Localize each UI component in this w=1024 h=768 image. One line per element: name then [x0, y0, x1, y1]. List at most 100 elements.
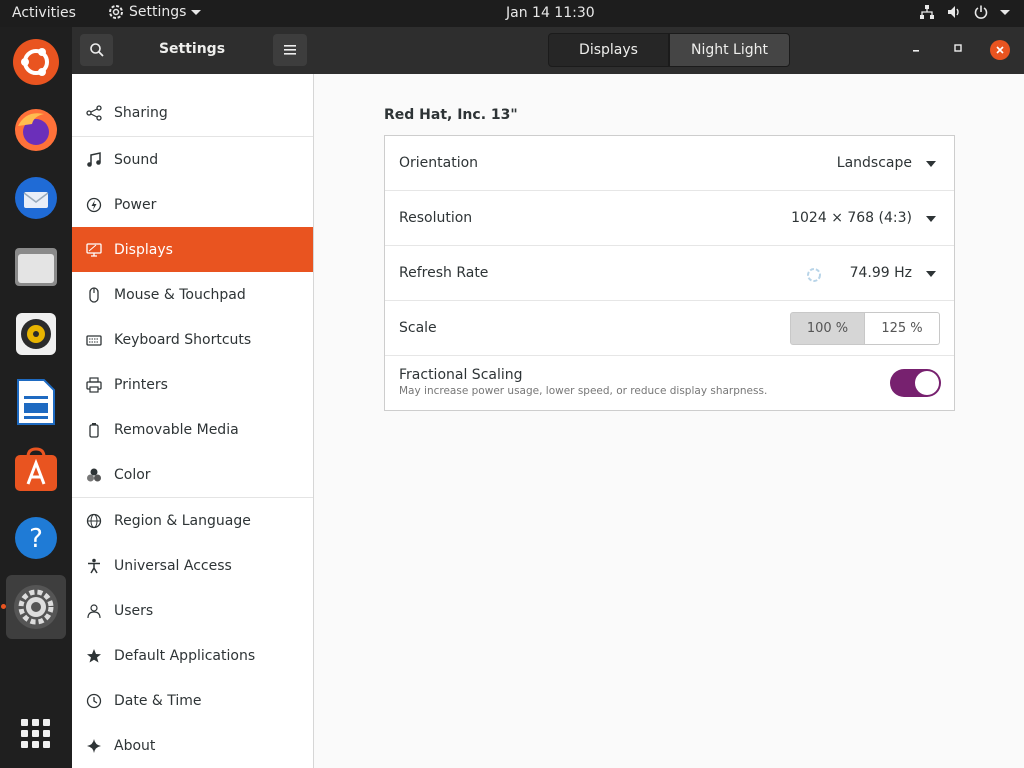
- minimize-icon: [913, 50, 919, 52]
- hamburger-icon: [284, 45, 296, 55]
- share-icon: [86, 104, 102, 121]
- accessibility-icon: [86, 558, 102, 574]
- sidebar-item-label: Displays: [114, 241, 173, 258]
- mouse-icon: [86, 286, 102, 303]
- resolution-row[interactable]: Resolution 1024 × 768 (4:3): [385, 191, 954, 246]
- sparkle-icon: [86, 738, 102, 754]
- loading-spinner-icon: [807, 268, 821, 282]
- color-icon: [86, 467, 102, 483]
- fractional-scaling-toggle[interactable]: [890, 369, 941, 397]
- sidebar-item-label: Removable Media: [114, 421, 239, 438]
- sidebar-item-removable-media[interactable]: Removable Media: [72, 407, 313, 452]
- sidebar-item-label: Printers: [114, 376, 168, 393]
- libreoffice-writer-icon: [17, 379, 55, 425]
- fractional-scaling-description: May increase power usage, lower speed, o…: [399, 385, 768, 397]
- dock-firefox-icon[interactable]: [6, 99, 66, 161]
- dock-files-icon[interactable]: [6, 235, 66, 297]
- tab-displays[interactable]: Displays: [548, 33, 669, 67]
- scale-row: Scale 100 % 125 %: [385, 301, 954, 356]
- music-note-icon: [86, 151, 102, 168]
- minimize-button[interactable]: [910, 41, 922, 59]
- dock-settings-icon[interactable]: [6, 575, 66, 639]
- resolution-label: Resolution: [399, 210, 473, 226]
- sidebar-item-displays[interactable]: Displays: [72, 227, 313, 272]
- star-icon: [86, 648, 102, 664]
- chevron-down-icon: [926, 271, 936, 277]
- printer-icon: [86, 376, 102, 393]
- clock[interactable]: Jan 14 11:30: [506, 5, 595, 21]
- scale-label: Scale: [399, 320, 437, 336]
- sidebar-item-sound[interactable]: Sound: [72, 137, 313, 182]
- header-bar: Settings Displays Night Light: [72, 27, 1024, 74]
- resolution-value: 1024 × 768 (4:3): [791, 210, 912, 226]
- app-grid-icon: [21, 719, 50, 748]
- gear-icon: [109, 5, 123, 19]
- power-icon: [86, 197, 102, 213]
- chevron-down-icon: [191, 9, 202, 15]
- dock-ubuntu-icon[interactable]: [6, 31, 66, 93]
- search-icon: [89, 43, 104, 57]
- orientation-label: Orientation: [399, 155, 479, 171]
- chevron-down-icon: [1000, 9, 1010, 15]
- activities-button[interactable]: Activities: [12, 5, 76, 21]
- users-icon: [86, 603, 102, 619]
- sidebar-item-color[interactable]: Color: [72, 452, 313, 497]
- display-settings-list: Orientation Landscape Resolution 1024 × …: [384, 135, 955, 411]
- sidebar-item-users[interactable]: Users: [72, 588, 313, 633]
- keyboard-icon: [86, 332, 102, 348]
- dock-writer-icon[interactable]: [6, 371, 66, 433]
- monitor-name: Red Hat, Inc. 13": [384, 107, 518, 123]
- scale-125-button[interactable]: 125 %: [865, 312, 940, 345]
- sidebar-item-label: Power: [114, 196, 157, 213]
- sidebar-item-default-applications[interactable]: Default Applications: [72, 633, 313, 678]
- sidebar-item-label: Users: [114, 602, 154, 619]
- network-icon: [920, 5, 934, 19]
- sidebar-item-label: Date & Time: [114, 692, 202, 709]
- ubuntu-logo-icon: [13, 39, 59, 85]
- volume-icon: [948, 6, 959, 18]
- sidebar-item-label: Universal Access: [114, 557, 232, 574]
- sidebar-item-printers[interactable]: Printers: [72, 362, 313, 407]
- close-button[interactable]: [990, 40, 1010, 60]
- sidebar-item-keyboard-shortcuts[interactable]: Keyboard Shortcuts: [72, 317, 313, 362]
- orientation-value: Landscape: [836, 155, 912, 171]
- sidebar-item-power[interactable]: Power: [72, 182, 313, 227]
- orientation-row[interactable]: Orientation Landscape: [385, 136, 954, 191]
- sidebar-item-label: Default Applications: [114, 647, 256, 664]
- scale-selector: 100 % 125 %: [790, 312, 940, 345]
- dock-rhythmbox-icon[interactable]: [6, 303, 66, 365]
- dock-help-icon[interactable]: ?: [6, 507, 66, 569]
- sidebar-item-label: About: [114, 737, 156, 754]
- sidebar-item-label: Keyboard Shortcuts: [114, 331, 252, 348]
- files-icon: [15, 248, 57, 286]
- maximize-button[interactable]: [952, 41, 964, 59]
- sidebar-item-label: Region & Language: [114, 512, 251, 529]
- sidebar-item-region-language[interactable]: Region & Language: [72, 498, 313, 543]
- dock-app-grid[interactable]: [6, 703, 66, 765]
- scale-100-button[interactable]: 100 %: [790, 312, 865, 345]
- display-icon: [86, 242, 102, 258]
- maximize-icon: [954, 44, 962, 52]
- dock-thunderbird-icon[interactable]: [6, 167, 66, 229]
- refresh-rate-row[interactable]: Refresh Rate 74.99 Hz: [385, 246, 954, 301]
- tab-night-light[interactable]: Night Light: [669, 33, 790, 67]
- sidebar-item-date-time[interactable]: Date & Time: [72, 678, 313, 723]
- sidebar-item-universal-access[interactable]: Universal Access: [72, 543, 313, 588]
- sidebar-item-label: Color: [114, 466, 151, 483]
- sidebar-item-sharing[interactable]: Sharing: [72, 90, 313, 135]
- sidebar-item-mouse-touchpad[interactable]: Mouse & Touchpad: [72, 272, 313, 317]
- sidebar-item-label: Sound: [114, 151, 159, 168]
- chevron-down-icon: [926, 161, 936, 167]
- search-button[interactable]: [80, 34, 113, 66]
- app-menu[interactable]: Settings: [108, 4, 202, 20]
- dock-software-icon[interactable]: [6, 439, 66, 501]
- sidebar-item-about[interactable]: About: [72, 723, 313, 768]
- help-icon: ?: [15, 517, 57, 559]
- hamburger-menu-button[interactable]: [273, 34, 307, 66]
- system-tray[interactable]: [919, 4, 1010, 20]
- fractional-scaling-row: Fractional Scaling May increase power us…: [385, 356, 954, 411]
- close-icon: [996, 46, 1004, 54]
- fractional-scaling-label: Fractional Scaling: [399, 367, 523, 383]
- rhythmbox-icon: [16, 313, 56, 355]
- app-menu-label: Settings: [129, 4, 187, 20]
